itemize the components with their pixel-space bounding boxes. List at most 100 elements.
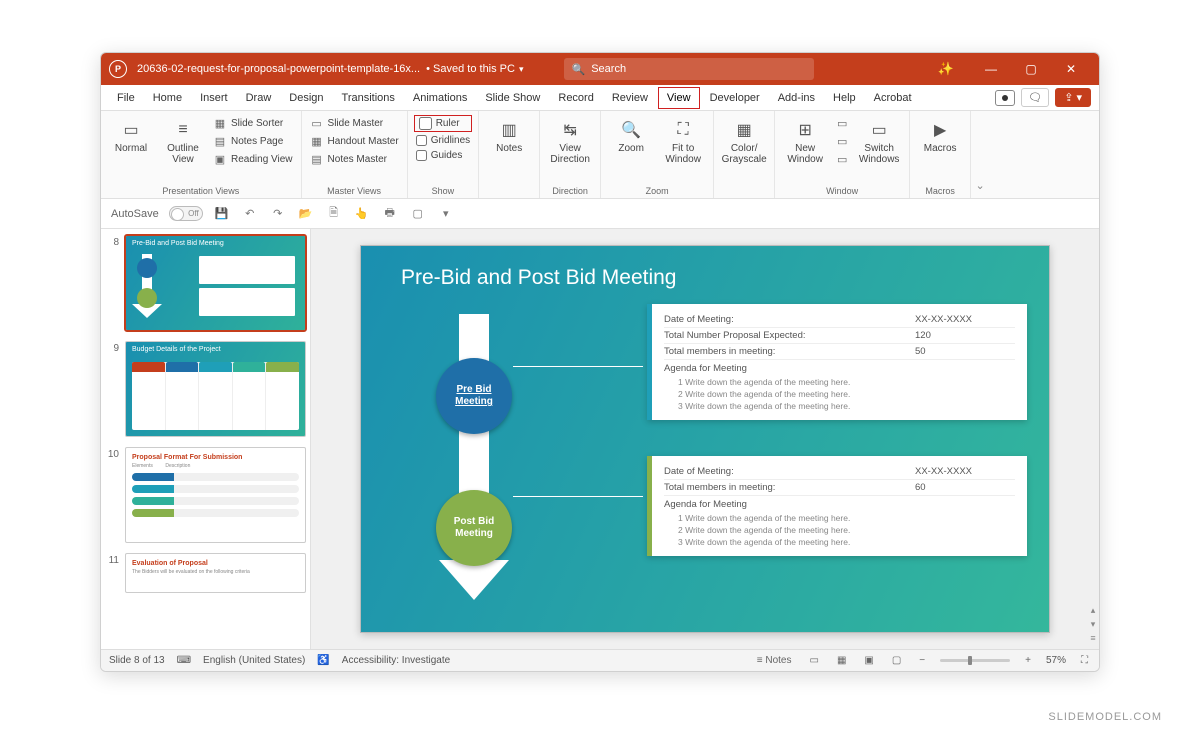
powerpoint-window: P 20636-02-request-for-proposal-powerpoi… [100,52,1100,672]
redo-button[interactable]: ↷ [269,207,287,220]
reading-view-icon[interactable]: ▣ [861,655,876,666]
tab-file[interactable]: File [109,88,143,108]
vertical-scrollbar[interactable]: ▴▾≡ [1089,235,1097,643]
autosave-toggle[interactable]: Off [169,206,203,221]
thumb-number: 11 [105,553,119,593]
work-area: 8 Pre-Bid and Post Bid Meeting 9 [101,229,1099,649]
zoom-slider[interactable] [940,659,1010,662]
tab-animations[interactable]: Animations [405,88,475,108]
prebid-circle: Pre BidMeeting [436,358,512,434]
record-button[interactable] [995,90,1015,106]
open-button[interactable]: 📂 [297,207,315,220]
thumb-number: 10 [105,447,119,543]
minimize-button[interactable]: — [971,62,1011,76]
slide-canvas[interactable]: Pre-Bid and Post Bid Meeting Pre BidMeet… [311,229,1099,649]
notes-button[interactable]: ▥Notes [485,115,533,158]
search-input[interactable]: 🔍 Search [564,58,814,80]
more-button[interactable]: ▾ [437,207,455,220]
group-window: ⊞New Window ▭ ▭ ▭ ▭Switch Windows Window [775,111,910,198]
share-button[interactable]: ⇪ ▾ [1055,88,1091,107]
save-button[interactable]: 💾 [213,207,231,220]
move-split-button[interactable]: ▭ [833,151,851,167]
tab-insert[interactable]: Insert [192,88,236,108]
outline-view-button[interactable]: ≡Outline View [159,115,207,169]
ribbon-view: ▭Normal ≡Outline View ▦Slide Sorter ▤Not… [101,111,1099,199]
handout-master-button[interactable]: ▦Handout Master [308,133,401,149]
gridlines-checkbox[interactable]: Gridlines [414,134,472,147]
undo-button[interactable]: ↶ [241,207,259,220]
thumbnail-panel[interactable]: 8 Pre-Bid and Post Bid Meeting 9 [101,229,311,649]
close-button[interactable]: ✕ [1051,62,1091,76]
reading-view-button[interactable]: ▣Reading View [211,151,295,167]
tab-review[interactable]: Review [604,88,656,108]
watermark: SLIDEMODEL.COM [1048,711,1162,723]
group-label: Show [414,184,472,196]
thumbnail-slide-10[interactable]: Proposal Format For Submission Elements … [125,447,306,543]
comments-button[interactable]: 🗨 [1021,88,1049,107]
new-window-button[interactable]: ⊞New Window [781,115,829,169]
touch-mode-button[interactable]: 👆 [353,207,371,220]
tab-view[interactable]: View [658,87,700,109]
sorter-view-icon[interactable]: ▦ [834,655,849,666]
notes-page-button[interactable]: ▤Notes Page [211,133,295,149]
slide-sorter-button[interactable]: ▦Slide Sorter [211,115,295,131]
group-color: ▦Color/ Grayscale [714,111,775,198]
search-placeholder: Search [591,63,626,75]
group-label: Direction [546,184,594,196]
notes-master-button[interactable]: ▤Notes Master [308,151,401,167]
tab-home[interactable]: Home [145,88,190,108]
tab-draw[interactable]: Draw [238,88,280,108]
tab-help[interactable]: Help [825,88,864,108]
accessibility-status[interactable]: Accessibility: Investigate [342,655,450,666]
slide-master-button[interactable]: ▭Slide Master [308,115,401,131]
group-label: Macros [916,184,964,196]
postbid-info-box: Date of Meeting:XX-XX-XXXX Total members… [647,456,1027,556]
thumbnail-slide-9[interactable]: Budget Details of the Project [125,341,306,437]
tab-addins[interactable]: Add-ins [770,88,823,108]
title-chevron-icon[interactable]: ▾ [519,64,524,75]
switch-windows-button[interactable]: ▭Switch Windows [855,115,903,169]
thumb-title: Evaluation of Proposal [132,560,299,567]
fit-button[interactable]: ⛶ [1078,655,1091,666]
thumbnail-slide-8[interactable]: Pre-Bid and Post Bid Meeting [125,235,306,331]
thumb-title: Proposal Format For Submission [132,454,299,461]
notes-toggle[interactable]: ≡ Notes [754,655,795,666]
zoom-level[interactable]: 57% [1046,655,1066,666]
slideshow-view-icon[interactable]: ▢ [889,655,904,666]
mic-icon[interactable]: ✨ [931,61,961,77]
tab-transitions[interactable]: Transitions [334,88,403,108]
color-grayscale-button[interactable]: ▦Color/ Grayscale [720,115,768,169]
fit-window-button[interactable]: ⛶Fit to Window [659,115,707,169]
maximize-button[interactable]: ▢ [1011,62,1051,76]
tab-design[interactable]: Design [281,88,331,108]
thumbnail-slide-11[interactable]: Evaluation of Proposal The Bidders will … [125,553,306,593]
new-button[interactable]: 🗎 [325,204,343,223]
cascade-button[interactable]: ▭ [833,133,851,149]
ruler-checkbox[interactable]: Ruler [414,115,472,132]
tab-record[interactable]: Record [550,88,601,108]
slide-title: Pre-Bid and Post Bid Meeting [401,266,676,290]
group-label: Zoom [607,184,707,196]
zoom-in-button[interactable]: + [1022,655,1034,666]
slide-8[interactable]: Pre-Bid and Post Bid Meeting Pre BidMeet… [360,245,1050,633]
zoom-out-button[interactable]: − [916,655,928,666]
tab-slideshow[interactable]: Slide Show [477,88,548,108]
arrange-all-button[interactable]: ▭ [833,115,851,131]
print-button[interactable]: 🖶 [381,204,399,223]
tab-acrobat[interactable]: Acrobat [866,88,920,108]
view-direction-button[interactable]: ↹View Direction [546,115,594,169]
normal-view-button[interactable]: ▭Normal [107,115,155,158]
lang-icon: ⌨ [177,655,191,666]
zoom-button[interactable]: 🔍Zoom [607,115,655,158]
normal-view-icon[interactable]: ▭ [806,655,821,666]
postbid-circle: Post BidMeeting [436,490,512,566]
guides-checkbox[interactable]: Guides [414,149,472,162]
from-beginning-button[interactable]: ▢ [409,207,427,220]
document-title: 20636-02-request-for-proposal-powerpoint… [137,63,420,75]
collapse-ribbon-button[interactable]: ⌄ [971,111,989,198]
tab-developer[interactable]: Developer [702,88,768,108]
thumb-number: 8 [105,235,119,331]
language-status[interactable]: English (United States) [203,655,305,666]
thumb-title: Budget Details of the Project [126,342,305,357]
macros-button[interactable]: ▶Macros [916,115,964,158]
